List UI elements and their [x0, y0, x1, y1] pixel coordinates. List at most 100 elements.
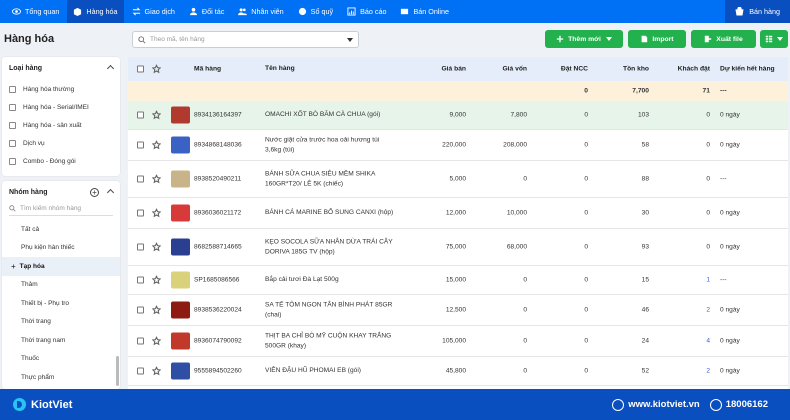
table-row[interactable]: 8938536220024 SA TẾ TÔM NGON TÂN BÌNH PHÁ… [128, 295, 788, 326]
table-row[interactable]: SP1685086566 Bắp cải tươi Đà Lạt 500g 15,0… [128, 266, 788, 295]
checkbox[interactable] [9, 85, 16, 93]
table-row[interactable]: 9555894502260 VIÊN ĐẬU HŨ PHOMAI EB (gói)… [128, 357, 788, 386]
type-filter-item[interactable]: Dịch vụ [2, 134, 120, 152]
user-icon [189, 7, 198, 16]
column-view-button[interactable] [760, 30, 788, 48]
header-ncc[interactable]: Đặt NCC [561, 66, 588, 73]
footer: KiotViet www.kiotviet.vn 18006162 [0, 389, 790, 420]
row-checkbox[interactable] [137, 243, 144, 251]
group-item[interactable]: Thiết bị - Phụ tro [2, 294, 120, 313]
product-code: 8934868148036 [194, 141, 242, 149]
nav-item-0[interactable]: Tổng quan [6, 0, 65, 23]
star-icon[interactable] [151, 109, 162, 120]
search-dropdown-icon[interactable] [347, 38, 353, 42]
row-checkbox[interactable] [137, 367, 144, 375]
footer-hotline[interactable]: 18006162 [726, 399, 768, 410]
group-scrollbar[interactable] [116, 356, 119, 386]
row-checkbox[interactable] [137, 276, 144, 284]
nav-item-label: Giao dịch [144, 7, 175, 16]
product-customer-order[interactable]: 2 [706, 307, 710, 314]
type-filter-item[interactable]: Hàng hóa - sản xuất [2, 116, 120, 134]
checkbox[interactable] [9, 121, 16, 129]
select-all-checkbox[interactable] [137, 65, 144, 73]
row-checkbox[interactable] [137, 175, 144, 183]
row-checkbox[interactable] [137, 141, 144, 149]
table-row[interactable]: 8936036021172 BÁNH CÁ MARINE BỔ SUNG CANX… [128, 198, 788, 229]
import-button[interactable]: Import [628, 30, 686, 48]
product-estimated-out: 0 ngày [720, 141, 740, 149]
row-checkbox[interactable] [137, 111, 144, 119]
add-group-icon[interactable]: + [90, 188, 99, 197]
checkbox[interactable] [9, 139, 16, 147]
star-icon[interactable] [151, 173, 162, 184]
sell-button[interactable]: Bán hàng [725, 0, 790, 23]
product-cost: 0 [523, 367, 527, 375]
nav-item-6[interactable]: Báo cáo [341, 0, 392, 23]
nav-item-2[interactable]: Giao dịch [126, 0, 181, 23]
group-item[interactable]: Phụ kiện hàn thiếc [2, 239, 120, 258]
nav-item-7[interactable]: Bán Online [394, 0, 455, 23]
group-item[interactable]: + Tạp hóa [2, 257, 120, 276]
nav-item-5[interactable]: Sổ quỹ [292, 0, 339, 23]
group-item[interactable]: Thời trang nam [2, 331, 120, 350]
top-nav: Tổng quan Hàng hóa Giao dịch Đối tác Nhân vi… [0, 0, 790, 23]
table-row[interactable]: 8934136164397 OMACHI XỐT BÒ BĂM CÀ CHUA (… [128, 101, 788, 130]
group-item-label: Tất cả [21, 225, 40, 233]
money-icon [298, 7, 306, 16]
product-ncc: 0 [584, 209, 588, 217]
product-stock: 93 [641, 243, 649, 251]
nav-item-4[interactable]: Nhân viên [232, 0, 289, 23]
product-code: 8682588714665 [194, 243, 242, 251]
table-row[interactable]: 8682588714665 KẸO SOCOLA SỮA NHÂN DỪA TRÁ… [128, 229, 788, 266]
expand-icon[interactable]: + [11, 262, 16, 271]
row-checkbox[interactable] [137, 209, 144, 217]
header-stock[interactable]: Tồn kho [623, 66, 649, 73]
footer-website[interactable]: www.kiotviet.vn [628, 399, 699, 410]
add-new-button[interactable]: Thêm mới [545, 30, 623, 48]
product-customer-order[interactable]: 1 [706, 277, 710, 284]
table-row[interactable]: 8936074790092 THỊT BA CHỈ BÒ MỸ CUỘN KHAY… [128, 326, 788, 357]
star-icon[interactable] [151, 304, 162, 315]
product-customer-order[interactable]: 4 [706, 338, 710, 345]
star-icon[interactable] [151, 63, 162, 74]
header-name[interactable]: Tên hàng [265, 64, 395, 74]
summary-customer-order: 71 [702, 87, 710, 95]
type-filter-item[interactable]: Combo - Đóng gói [2, 152, 120, 170]
header-estimated-out[interactable]: Dự kiến hết hàng [720, 66, 775, 73]
product-name: Nước giặt cửa trước hoa oải hương túi 3,… [265, 136, 380, 153]
group-item[interactable]: Thời trang [2, 313, 120, 332]
star-icon[interactable] [151, 139, 162, 150]
type-filter-item[interactable]: Hàng hóa thường [2, 80, 120, 98]
checkbox[interactable] [9, 157, 16, 165]
header-cost[interactable]: Giá vốn [502, 66, 527, 73]
product-customer-order[interactable]: 2 [706, 368, 710, 375]
star-icon[interactable] [151, 365, 162, 376]
row-checkbox[interactable] [137, 337, 144, 345]
product-code: 8936074790092 [194, 337, 242, 345]
checkbox[interactable] [9, 103, 16, 111]
product-stock: 88 [641, 175, 649, 183]
group-item[interactable]: Tất cả [2, 220, 120, 239]
import-label: Import [652, 35, 674, 43]
star-icon[interactable] [151, 274, 162, 285]
nav-item-1[interactable]: Hàng hóa [67, 0, 124, 23]
header-customer-order[interactable]: Khách đặt [678, 66, 710, 73]
search-input[interactable] [150, 36, 340, 43]
table-row[interactable]: 8934868148036 Nước giặt cửa trước hoa oải… [128, 130, 788, 161]
star-icon[interactable] [151, 207, 162, 218]
row-checkbox[interactable] [137, 306, 144, 314]
export-button[interactable]: Xuất file [691, 30, 756, 48]
product-search[interactable] [132, 31, 359, 48]
header-price[interactable]: Giá bán [441, 66, 466, 73]
nav-item-3[interactable]: Đối tác [183, 0, 230, 23]
star-icon[interactable] [151, 241, 162, 252]
group-search[interactable]: Tìm kiếm nhóm hàng [9, 202, 113, 216]
star-icon[interactable] [151, 335, 162, 346]
group-item[interactable]: Thảm [2, 276, 120, 295]
group-item[interactable]: Thực phẩm [2, 368, 120, 387]
product-estimated-out: 0 ngày [720, 111, 740, 119]
header-code[interactable]: Mã hàng [194, 66, 221, 73]
type-filter-item[interactable]: Hàng hóa - Serial/IMEI [2, 98, 120, 116]
group-item[interactable]: Thuốc [2, 350, 120, 369]
table-row[interactable]: 8938520490211 BÁNH SỮA CHUA SIÊU MỀM SHIK… [128, 161, 788, 198]
